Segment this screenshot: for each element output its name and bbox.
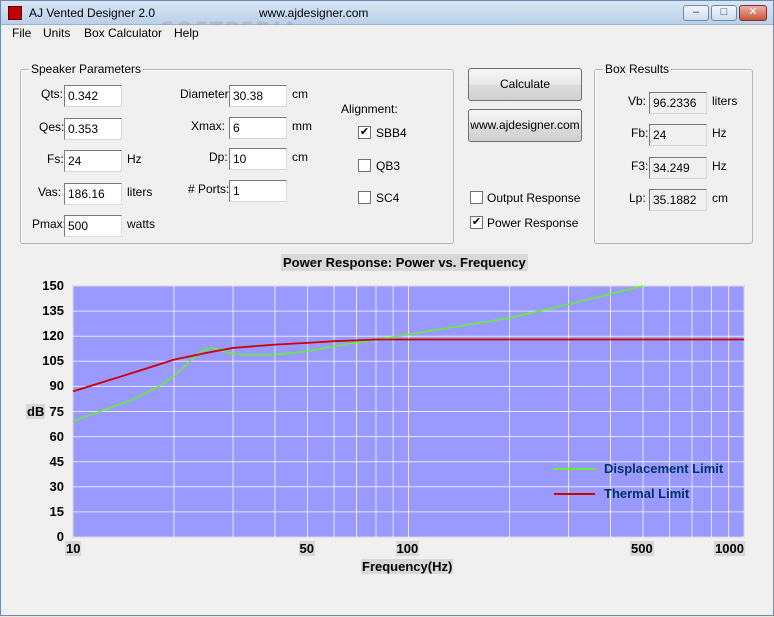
diameter-unit: cm <box>292 87 308 101</box>
vb-label: Vb: <box>628 94 647 108</box>
qes-field[interactable]: 0.353 <box>64 118 122 140</box>
alignment-sc4-label: SC4 <box>376 191 400 205</box>
minimize-button[interactable]: – <box>683 5 709 21</box>
alignment-sc4-checkbox[interactable] <box>358 191 371 204</box>
menu-help[interactable]: Help <box>172 26 201 40</box>
diameter-label: Diameter: <box>180 87 233 101</box>
menu-box-calculator[interactable]: Box Calculator <box>82 26 164 40</box>
output-response-checkbox[interactable] <box>470 191 483 204</box>
x-tick-label: 50 <box>298 541 315 556</box>
y-tick-label: 135 <box>42 303 64 319</box>
vas-unit: liters <box>127 185 153 199</box>
displacement-limit-line <box>72 285 644 423</box>
qts-label: Qts: <box>41 87 64 101</box>
f3-unit: Hz <box>712 159 727 173</box>
y-tick-label: 15 <box>49 503 64 519</box>
y-tick-label: 150 <box>42 278 64 293</box>
website-button[interactable]: www.ajdesigner.com <box>468 109 582 142</box>
f3-field: 34.249 <box>649 157 707 179</box>
speaker-parameters-legend: Speaker Parameters <box>29 62 144 76</box>
ports-label: # Ports: <box>188 182 230 196</box>
maximize-button[interactable]: □ <box>711 5 737 21</box>
power-response-checkbox[interactable]: ✔ <box>470 216 483 229</box>
vb-field: 96.2336 <box>649 92 707 114</box>
xmax-unit: mm <box>292 119 312 133</box>
y-tick-label: 120 <box>42 328 64 344</box>
dp-unit: cm <box>292 150 308 164</box>
alignment-qb3-checkbox[interactable] <box>358 159 371 172</box>
x-tick-label: 10 <box>65 541 82 556</box>
lp-field: 35.1882 <box>649 189 707 211</box>
fs-field[interactable]: 24 <box>64 150 122 172</box>
xmax-field[interactable]: 6 <box>229 117 287 139</box>
alignment-label: Alignment: <box>341 102 398 116</box>
fb-unit: Hz <box>712 126 727 140</box>
x-tick-label: 500 <box>630 541 654 556</box>
y-axis-label: dB <box>26 404 46 419</box>
box-results-legend: Box Results <box>603 62 672 76</box>
dp-field[interactable]: 10 <box>229 148 287 170</box>
x-tick-label: 100 <box>395 541 420 556</box>
menu-bar: File Units Box Calculator Help <box>1 25 773 43</box>
thermal-limit-line <box>72 338 744 393</box>
output-response-label: Output Response <box>487 191 581 205</box>
lp-unit: cm <box>712 191 728 205</box>
y-tick-label: 60 <box>49 428 64 444</box>
chart-title: Power Response: Power vs. Frequency <box>281 254 528 271</box>
fb-label: Fb: <box>631 126 649 140</box>
series-layer <box>72 285 744 423</box>
f3-label: F3: <box>631 159 649 173</box>
x-tick-label: 1000 <box>714 541 745 556</box>
app-logo-icon <box>8 6 22 20</box>
qts-field[interactable]: 0.342 <box>64 85 122 107</box>
y-tick-label: 30 <box>49 478 64 494</box>
menu-units[interactable]: Units <box>41 26 72 40</box>
alignment-qb3-label: QB3 <box>376 159 401 173</box>
y-tick-label: 45 <box>49 453 64 469</box>
x-axis-label: Frequency(Hz) <box>361 559 454 574</box>
app-window: AJ Vented Designer 2.0 www.ajdesigner.co… <box>0 0 774 616</box>
y-tick-label: 90 <box>49 378 64 394</box>
y-tick-label: 105 <box>42 353 64 369</box>
legend-label: Displacement Limit <box>604 461 724 476</box>
pmax-label: Pmax: <box>32 217 67 231</box>
grid-lines <box>72 285 745 538</box>
menu-file[interactable]: File <box>10 26 33 40</box>
xmax-label: Xmax: <box>191 119 226 133</box>
close-button[interactable]: ✕ <box>739 5 767 21</box>
alignment-sbb4-label: SBB4 <box>376 126 407 140</box>
window-title: AJ Vented Designer 2.0 <box>29 6 156 20</box>
power-response-label: Power Response <box>487 216 579 230</box>
plot-area <box>72 285 745 538</box>
calculate-button[interactable]: Calculate <box>468 68 582 101</box>
y-tick-label: 0 <box>56 529 64 544</box>
vas-label: Vas: <box>38 185 62 199</box>
vas-field[interactable]: 186.16 <box>64 183 122 205</box>
legend-label: Thermal Limit <box>604 486 690 501</box>
ports-field[interactable]: 1 <box>229 180 287 202</box>
fs-unit: Hz <box>127 152 142 166</box>
title-bar[interactable]: AJ Vented Designer 2.0 www.ajdesigner.co… <box>1 1 773 40</box>
fs-label: Fs: <box>47 152 64 166</box>
vb-unit: liters <box>712 94 738 108</box>
lp-label: Lp: <box>629 191 646 205</box>
qes-label: Qes: <box>39 120 65 134</box>
diameter-field[interactable]: 30.38 <box>229 85 287 107</box>
pmax-unit: watts <box>127 217 156 231</box>
dp-label: Dp: <box>209 150 228 164</box>
alignment-sbb4-checkbox[interactable]: ✔ <box>358 126 371 139</box>
pmax-field[interactable]: 500 <box>64 215 122 237</box>
chart-legend: Displacement Limit Thermal Limit <box>554 461 724 501</box>
fb-field: 24 <box>649 124 707 146</box>
